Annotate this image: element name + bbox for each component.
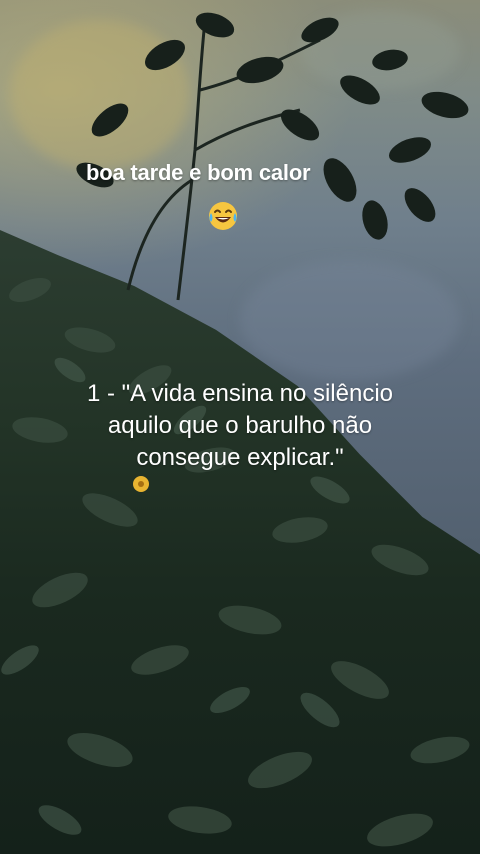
quote-line: 1 - "A vida ensina no silêncio [86, 380, 394, 407]
yellow-flower-icon [133, 476, 149, 492]
quote-line: consegue explicar." [136, 444, 344, 471]
quote-caption: 1 - "A vida ensina no silêncio aquilo qu… [0, 378, 480, 474]
quote-line: aquilo que o barulho não [107, 412, 373, 439]
laughing-tears-icon [209, 202, 237, 230]
greeting-caption: boa tarde e bom calor [86, 160, 311, 185]
